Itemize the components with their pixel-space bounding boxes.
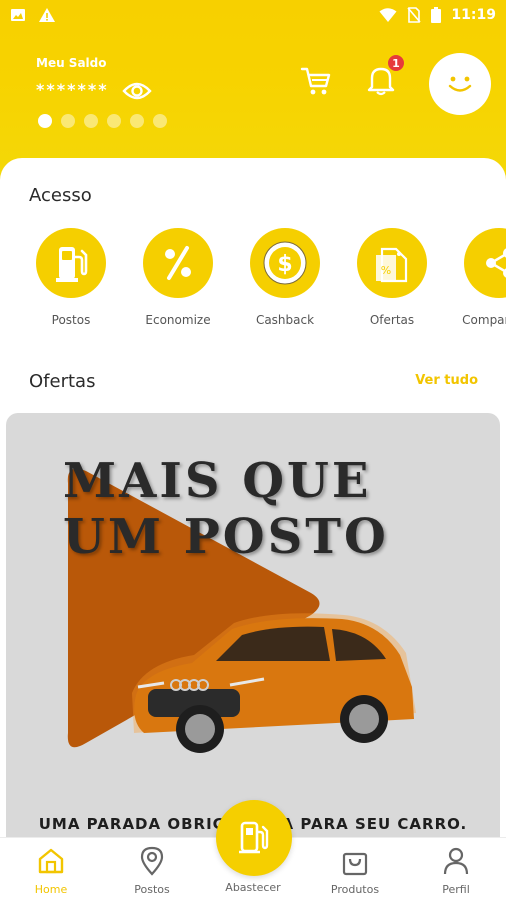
carousel-dot[interactable] [130,114,144,128]
carousel-dot[interactable] [107,114,121,128]
share-icon [486,248,506,278]
carousel-dot[interactable] [38,114,52,128]
eye-icon[interactable] [122,79,152,103]
nav-item-perfil[interactable]: Perfil [406,846,506,896]
nav-label-produtos: Produtos [330,883,380,896]
user-icon [443,847,469,875]
access-item-postos[interactable]: Postos [18,228,124,327]
svg-text:$: $ [277,252,292,277]
battery-icon [431,7,442,23]
access-item-economize[interactable]: Economize [125,228,231,327]
carousel-dot[interactable] [61,114,75,128]
access-button-cashback[interactable]: $ [250,228,320,298]
image-notification-icon [11,9,25,21]
smiley-face-icon [448,76,472,92]
access-label-ofertas: Ofertas [369,313,415,327]
refuel-fab-button[interactable] [216,800,292,876]
main-content: Acesso Postos Economize $ Cashback % Ofe… [0,158,506,900]
home-icon [38,848,64,874]
nav-label-abastecer: Abastecer [225,881,281,894]
see-all-link[interactable]: Ver tudo [415,373,478,388]
balance-label: Meu Saldo [36,56,107,70]
banner-headline-line1: MAIS QUE [63,453,372,509]
access-button-ofertas[interactable]: % [357,228,427,298]
access-item-compartilhe[interactable]: Compartilhe [446,228,506,327]
avatar[interactable] [429,53,491,115]
banner-headline: MAIS QUE UM POSTO [63,453,389,565]
no-sim-icon [407,7,422,23]
warning-icon [39,8,55,22]
access-label-cashback: Cashback [255,313,315,327]
status-bar: 11:19 [0,0,506,30]
location-pin-icon [140,846,164,876]
offers-section-title: Ofertas [29,371,96,392]
access-item-ofertas[interactable]: % Ofertas [339,228,445,327]
nav-label-perfil: Perfil [442,883,470,896]
access-button-economize[interactable] [143,228,213,298]
notification-badge: 1 [386,53,406,73]
access-label-economize: Economize [145,313,211,327]
price-tag-icon: % [376,247,408,283]
access-label-postos: Postos [51,313,91,327]
fuel-pump-icon [56,247,88,282]
access-item-cashback[interactable]: $ Cashback [232,228,338,327]
shopping-bag-icon [342,852,368,876]
access-button-postos[interactable] [36,228,106,298]
dollar-coin-icon: $ [263,241,307,285]
car-image [132,613,416,753]
access-shortcuts: Postos Economize $ Cashback % Ofertas Co… [0,228,506,338]
status-time: 11:19 [451,7,496,23]
nav-item-produtos[interactable]: Produtos [305,846,405,896]
nav-item-postos[interactable]: Postos [102,846,202,896]
fuel-pump-icon [239,821,269,854]
access-button-compartilhe[interactable] [464,228,506,298]
percent-icon [165,246,191,280]
access-section-title: Acesso [29,185,92,206]
carousel-dot[interactable] [153,114,167,128]
nav-label-home: Home [34,883,68,896]
carousel-dots [38,114,167,128]
balance-value: ******* [36,80,109,99]
nav-label-postos: Postos [134,883,170,896]
nav-item-home[interactable]: Home [1,846,101,896]
wifi-icon [379,8,397,22]
banner-headline-line2: UM POSTO [63,509,389,565]
access-label-compartilhe: Compartilhe [462,313,506,327]
cart-icon[interactable] [300,66,332,96]
carousel-dot[interactable] [84,114,98,128]
svg-text:%: % [381,264,391,277]
